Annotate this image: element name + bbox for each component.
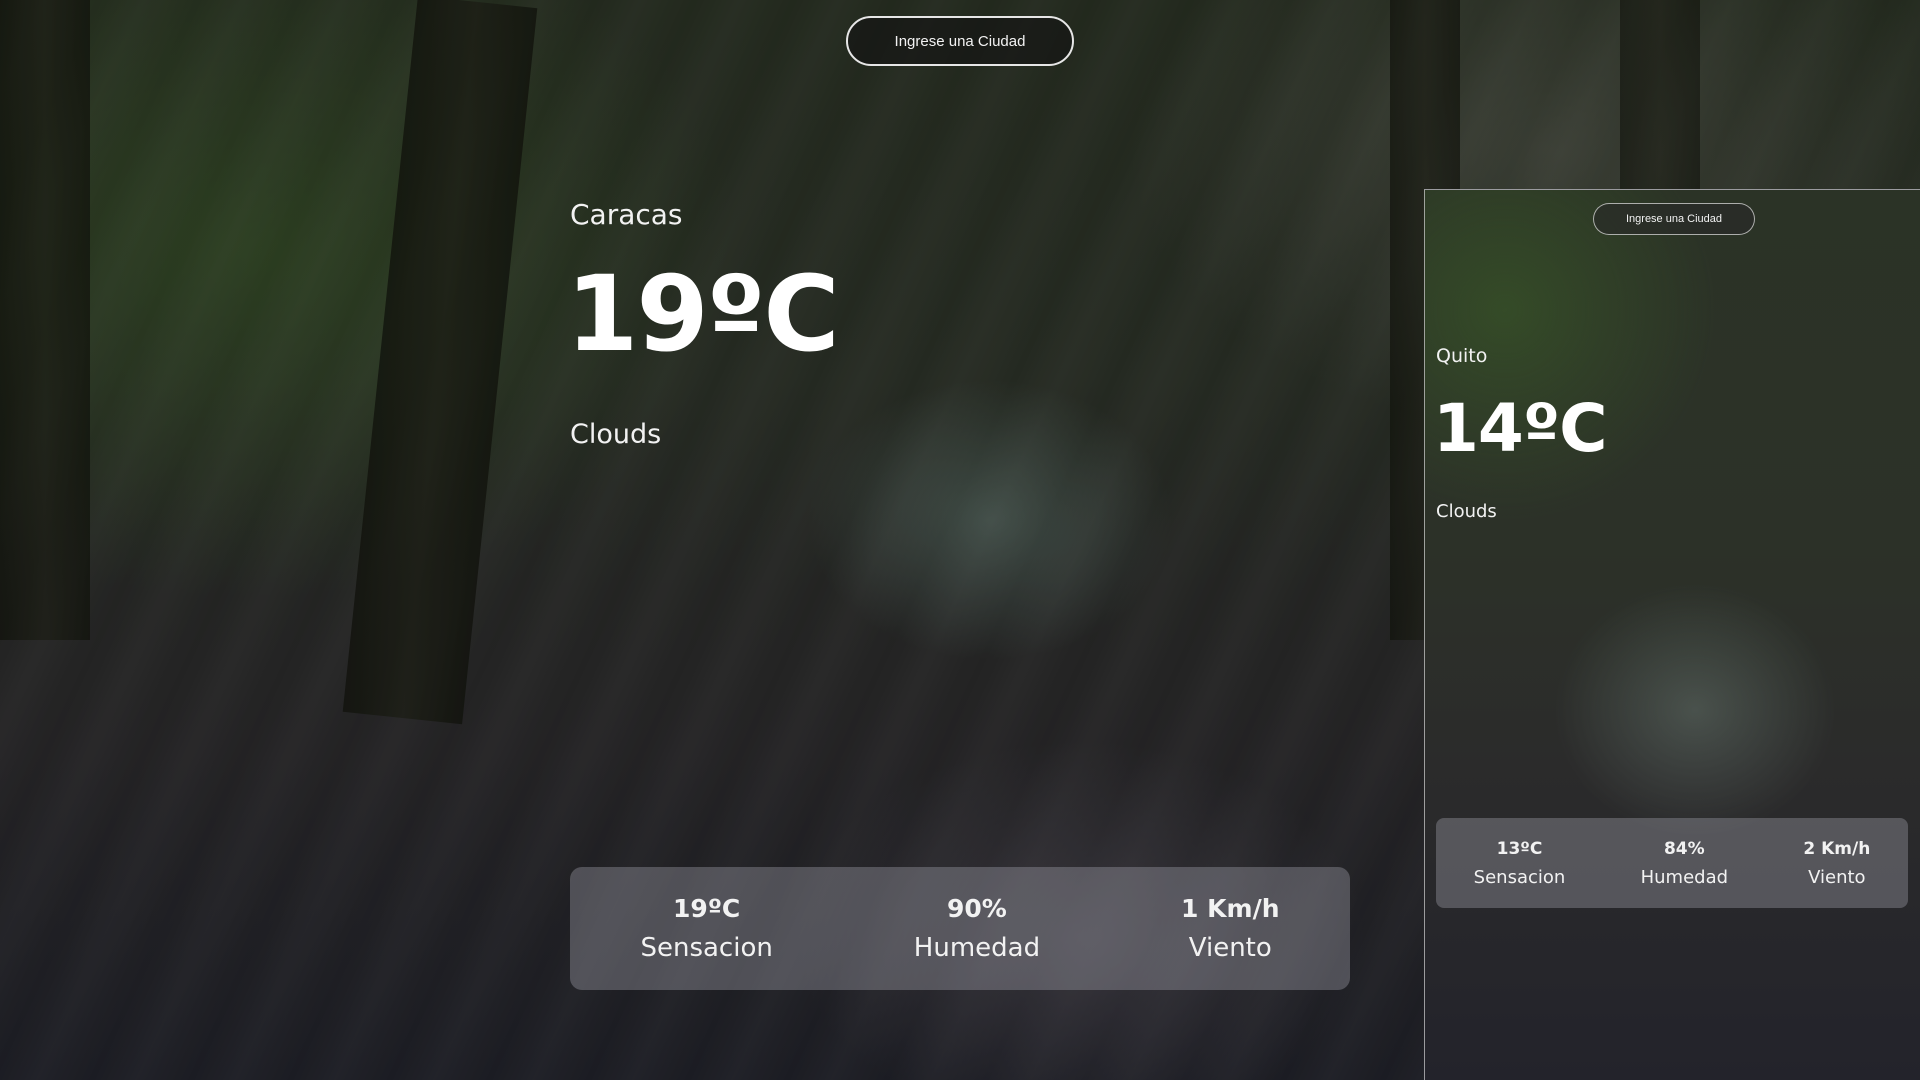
mobile-stat-feels-like: 13ºC Sensacion [1474,839,1566,888]
mobile-weather-description: Clouds [1436,501,1497,522]
mobile-temperature: 14ºC [1433,390,1608,467]
stat-label: Viento [1188,933,1272,963]
stat-humidity: 90% Humedad [914,894,1040,963]
stat-value: 2 Km/h [1803,838,1871,859]
mobile-weather-stats-panel: 13ºC Sensacion 84% Humedad 2 Km/h Viento [1436,818,1908,908]
stat-label: Sensacion [640,933,773,963]
stat-label: Humedad [1640,866,1729,888]
city-search-button[interactable]: Ingrese una Ciudad [846,16,1074,66]
stat-wind: 1 Km/h Viento [1181,894,1279,963]
stat-label: Humedad [913,933,1041,963]
mobile-stat-humidity: 84% Humedad [1641,839,1728,888]
stat-value: 13ºC [1496,838,1543,859]
stat-value: 1 Km/h [1181,894,1280,923]
stat-label: Viento [1808,866,1866,888]
temperature: 19ºC [566,253,840,375]
mobile-stat-wind: 2 Km/h Viento [1803,839,1870,888]
stat-value: 84% [1663,838,1705,859]
mobile-preview-panel: Ingrese una Ciudad Quito 14ºC Clouds 13º… [1424,189,1920,1080]
mobile-city-search-label: Ingrese una Ciudad [1625,213,1722,225]
stat-label: Sensacion [1473,866,1566,888]
stat-value: 19ºC [673,894,741,923]
city-search-label: Ingrese una Ciudad [894,32,1026,50]
weather-stats-panel: 19ºC Sensacion 90% Humedad 1 Km/h Viento [570,867,1350,990]
stat-value: 90% [947,894,1007,923]
city-name: Caracas [570,198,683,231]
weather-description: Clouds [570,419,662,450]
mobile-city-name: Quito [1436,345,1488,367]
mobile-city-search-button[interactable]: Ingrese una Ciudad [1593,203,1755,235]
stat-feels-like: 19ºC Sensacion [640,894,772,963]
